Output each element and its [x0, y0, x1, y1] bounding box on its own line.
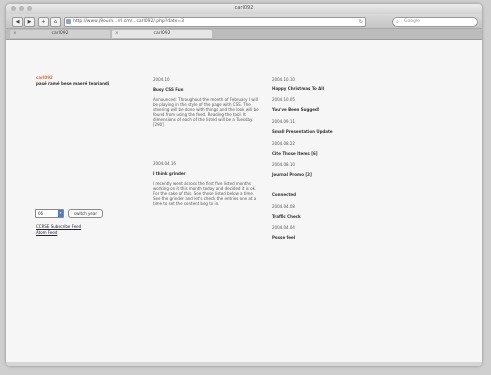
entry-date: 2004.04.04 [272, 225, 295, 230]
post-body: Announced: Throughout the month of Febru… [153, 97, 259, 127]
browser-toolbar: ◀ ▶ + ⌂ http://www.j9ourn...rrl.cm/...ca… [6, 14, 482, 29]
tab-2-label: carl092 [153, 31, 171, 36]
entry-title[interactable]: Journal Promo [2] [272, 172, 312, 177]
post-date: 2004.10 [153, 77, 170, 82]
forward-button[interactable]: ▶ [24, 17, 35, 27]
post-title[interactable]: Busy CSS Fun [153, 87, 184, 92]
home-icon: ⌂ [53, 19, 58, 25]
back-arrow-icon: ◀ [15, 19, 20, 25]
close-tab-icon[interactable]: × [115, 30, 119, 38]
site-tagline: pasé ramé bese maeré teariandi [36, 81, 110, 86]
add-bookmark-button[interactable]: + [38, 17, 49, 27]
browser-window: carl092 ◀ ▶ + ⌂ http://www.j9ourn...rrl.… [6, 4, 482, 366]
address-bar-url: http://www.j9ourn...rrl.cm/...carl092/.p… [73, 19, 185, 24]
entry-title[interactable]: You've Been Sugged! [272, 107, 320, 112]
switch-year-button[interactable]: switch year [68, 209, 103, 218]
entry-date: 2004.04.08 [272, 204, 295, 209]
status-bar [6, 362, 482, 366]
chevron-down-icon: ▾ [58, 210, 63, 217]
plus-icon: + [41, 19, 46, 25]
entry-title[interactable]: Connected [272, 192, 296, 197]
site-favicon-icon [66, 19, 71, 24]
back-button[interactable]: ◀ [12, 17, 23, 27]
entry-title[interactable]: Posse feel [272, 235, 295, 240]
tab-1[interactable]: × carl092 [10, 30, 110, 38]
year-select[interactable]: 06 ▾ [35, 209, 64, 218]
atom-feed-link[interactable]: Atom Feed [36, 230, 57, 235]
home-button[interactable]: ⌂ [50, 17, 61, 27]
title-bar: carl092 [6, 4, 482, 14]
tab-2[interactable]: × carl092 [112, 30, 212, 38]
search-icon: ⌕ [396, 19, 399, 25]
tab-bar: × carl092 × carl092 [6, 29, 482, 40]
tab-1-label: carl092 [51, 31, 69, 36]
post-body: I recently went across the first five li… [153, 181, 257, 206]
entry-title[interactable]: Traffic Check [272, 214, 301, 219]
close-tab-icon[interactable]: × [13, 30, 17, 38]
entry-date: 2004.09.11 [272, 119, 295, 124]
post-title[interactable]: I think grinder [153, 171, 186, 176]
window-title: carl092 [234, 5, 254, 11]
address-bar[interactable]: http://www.j9ourn...rrl.cm/...carl092/.p… [64, 17, 366, 27]
entry-title[interactable]: Cite Those Items [6] [272, 151, 318, 156]
entry-title[interactable]: Happy Christmas To All [272, 86, 324, 91]
entry-title[interactable]: Small Presentation Update [272, 129, 333, 134]
forward-arrow-icon: ▶ [27, 19, 32, 25]
year-select-value: 06 [38, 211, 44, 216]
entry-date: 2004.10.10 [272, 77, 295, 82]
entry-date: 2004.08.22 [272, 141, 295, 146]
entry-date: 2004.08.10 [272, 162, 295, 167]
search-placeholder: Google [404, 19, 420, 24]
search-field[interactable]: ⌕ Google [392, 17, 478, 27]
reload-icon[interactable]: ↻ [359, 18, 363, 26]
site-logo[interactable]: carl092 [36, 75, 53, 80]
page-content: carl092 pasé ramé bese maeré teariandi 0… [6, 40, 482, 366]
rss-feed-link[interactable]: CCRSE Subscribe Feed [36, 224, 81, 229]
post-date: 2004.04.16 [153, 161, 176, 166]
entry-date: 2004.10.05 [272, 97, 295, 102]
